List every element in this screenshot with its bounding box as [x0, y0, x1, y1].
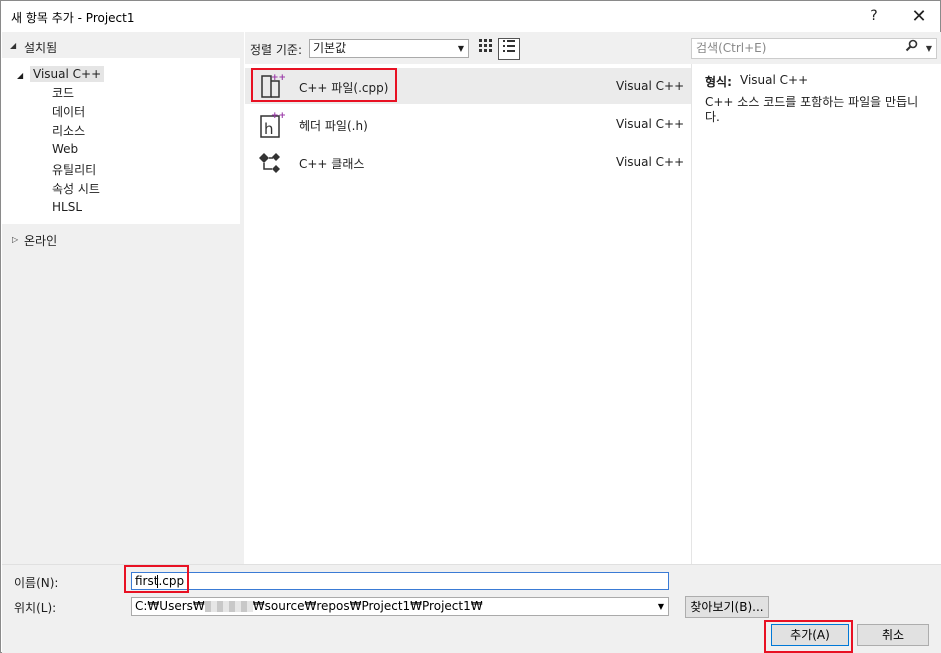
help-button[interactable]: ? [854, 1, 894, 32]
online-header[interactable]: ▷ 온라인 [2, 231, 242, 253]
location-value-part: C:₩Users₩ [135, 599, 205, 613]
template-name: 헤더 파일(.h) [299, 119, 368, 133]
template-list: ++ C++ 파일(.cpp) Visual C++ h ++ 헤더 파일(.h… [245, 64, 691, 564]
template-lang: Visual C++ [616, 155, 685, 169]
sort-label: 정렬 기준: [250, 43, 303, 57]
tree-item-property-sheet[interactable]: 속성 시트 [52, 180, 100, 197]
type-label: 형식: [705, 75, 732, 89]
red-highlight-box [124, 565, 189, 593]
installed-header[interactable]: ◢ 설치됨 [2, 35, 244, 57]
name-label: 이름(N): [14, 576, 59, 590]
category-tree: ◢ Visual C++ 코드 데이터 리소스 Web 유틸리티 속성 시트 H… [2, 58, 240, 224]
bottom-form: 이름(N): first.cpp 위치(L): C:₩Users₩ ₩source… [2, 564, 941, 653]
template-item-header-file[interactable]: h ++ 헤더 파일(.h) Visual C++ [245, 106, 691, 142]
type-value: Visual C++ [740, 73, 809, 87]
svg-text:h: h [264, 120, 274, 138]
sort-toolbar: 정렬 기준: 기본값 ▼ [245, 32, 691, 64]
location-label: 위치(L): [14, 601, 57, 615]
tree-item-data[interactable]: 데이터 [52, 103, 85, 120]
expand-triangle-icon[interactable]: ◢ [17, 71, 23, 80]
template-item-cpp-class[interactable]: C++ 클래스 Visual C++ [245, 144, 691, 180]
template-lang: Visual C++ [616, 79, 685, 93]
tree-item-code[interactable]: 코드 [52, 84, 74, 101]
header-file-icon: h ++ [257, 110, 286, 138]
expand-right-icon[interactable]: ▷ [12, 235, 18, 244]
sort-value: 기본값 [313, 41, 347, 55]
sort-dropdown[interactable]: 기본값 ▼ [309, 39, 469, 58]
window-title: 새 항목 추가 - Project1 [11, 11, 135, 25]
cpp-class-icon [257, 148, 285, 176]
search-input[interactable]: 검색(Ctrl+E) ▼ [691, 38, 937, 59]
tree-item-hlsl[interactable]: HLSL [52, 200, 82, 214]
cancel-button[interactable]: 취소 [857, 624, 929, 646]
tree-item-resource[interactable]: 리소스 [52, 122, 85, 139]
tree-item-visual-cpp[interactable]: Visual C++ [30, 66, 105, 82]
red-highlight-box [764, 620, 853, 653]
category-panel: ◢ 설치됨 ◢ Visual C++ 코드 데이터 리소스 Web 유틸리티 속… [2, 32, 244, 564]
template-lang: Visual C++ [616, 117, 685, 131]
svg-text:++: ++ [271, 111, 285, 121]
dropdown-arrow-icon: ▼ [457, 44, 464, 53]
close-button[interactable]: ✕ [899, 1, 939, 32]
search-icon[interactable] [905, 39, 918, 58]
browse-button[interactable]: 찾아보기(B)... [685, 596, 769, 618]
online-label: 온라인 [24, 234, 58, 248]
search-placeholder: 검색(Ctrl+E) [696, 41, 767, 55]
location-value-rest: ₩source₩repos₩Project1₩Project1₩ [252, 599, 483, 613]
grid-view-icon[interactable] [474, 38, 496, 60]
collapse-triangle-icon[interactable]: ◢ [10, 41, 16, 50]
search-options-arrow-icon[interactable]: ▼ [926, 39, 932, 58]
redacted-username [204, 601, 253, 612]
tree-item-web[interactable]: Web [52, 142, 78, 156]
add-new-item-dialog: 새 항목 추가 - Project1 ? ✕ ◢ 설치됨 ◢ Visual C+… [0, 0, 941, 653]
tree-item-utility[interactable]: 유틸리티 [52, 161, 96, 178]
title-bar: 새 항목 추가 - Project1 ? ✕ [1, 1, 940, 32]
template-description: C++ 소스 코드를 포함하는 파일을 만듭니다. [705, 95, 919, 124]
red-highlight-box [251, 68, 397, 102]
list-view-icon[interactable] [498, 38, 520, 60]
template-name: C++ 클래스 [299, 157, 365, 171]
search-bar: 검색(Ctrl+E) ▼ [691, 32, 941, 64]
dropdown-arrow-icon[interactable]: ▼ [658, 598, 664, 615]
details-panel: 형식: Visual C++ C++ 소스 코드를 포함하는 파일을 만듭니다. [691, 64, 941, 564]
installed-label: 설치됨 [24, 41, 58, 55]
name-field[interactable]: first.cpp [131, 572, 669, 590]
location-field[interactable]: C:₩Users₩ ₩source₩repos₩Project1₩Project1… [131, 597, 669, 616]
